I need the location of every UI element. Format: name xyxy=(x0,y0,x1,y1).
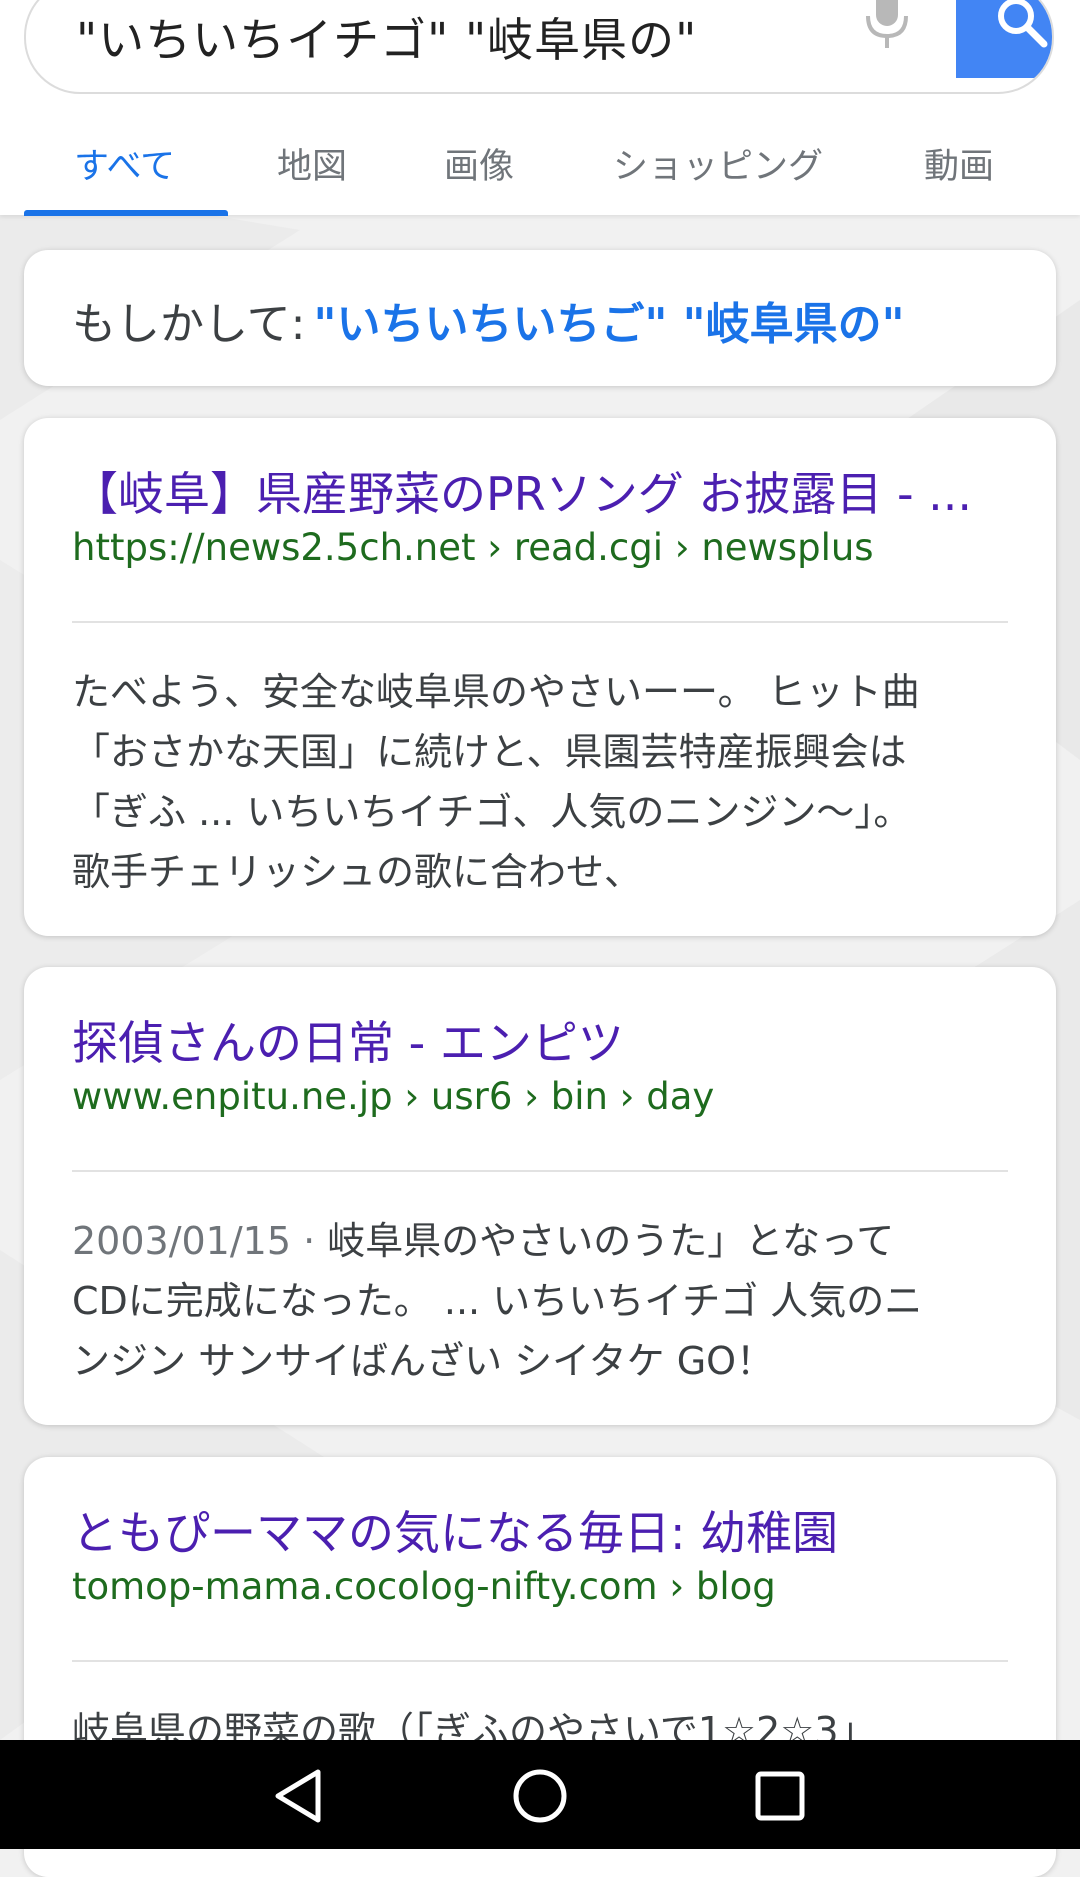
did-you-mean-link[interactable]: "いちいちいちご" "岐阜県の" xyxy=(314,299,905,350)
result-divider xyxy=(72,1660,1008,1662)
system-nav-bar xyxy=(0,1740,1080,1849)
snippet-line: CDに完成になった。 ... いちいちイチゴ 人気のニ xyxy=(72,1279,923,1323)
active-tab-indicator xyxy=(24,210,228,216)
search-header: "いちいちイチゴ" "岐阜県の" すべて 地図 画像 ショッピング 動画 xyxy=(0,0,1080,216)
search-input[interactable]: "いちいちイチゴ" "岐阜県の" xyxy=(76,4,697,70)
result-title[interactable]: 【岐阜】県産野菜のPRソング お披露目 - ... xyxy=(72,458,1012,524)
recents-icon[interactable] xyxy=(748,1764,812,1828)
tab-maps[interactable]: 地図 xyxy=(277,138,347,189)
search-result-1: 【岐阜】県産野菜のPRソング お披露目 - ... https://news2.… xyxy=(24,418,1056,936)
result-url[interactable]: www.enpitu.ne.jp › usr6 › bin › day xyxy=(72,1075,714,1118)
snippet-line: 「ぎふ ... いちいちイチゴ、人気のニンジン〜」。 xyxy=(72,790,912,834)
result-divider xyxy=(72,1170,1008,1172)
snippet-line: 「おさかな天国」に続けと、県園芸特産振興会は xyxy=(72,730,907,774)
search-icon xyxy=(998,0,1048,48)
did-you-mean: もしかして: "いちいちいちご" "岐阜県の" xyxy=(72,288,905,352)
result-title[interactable]: 探偵さんの日常 - エンピツ xyxy=(72,1007,1012,1073)
result-divider xyxy=(72,621,1008,623)
did-you-mean-card: もしかして: "いちいちいちご" "岐阜県の" xyxy=(24,250,1056,386)
snippet-line: たべよう、安全な岐阜県のやさいーー。 ヒット曲 xyxy=(72,670,920,714)
tab-images[interactable]: 画像 xyxy=(444,138,514,189)
result-snippet: 2003/01/15 · 岐阜県のやさいのうた」となって CDに完成になった。 … xyxy=(72,1211,1032,1391)
did-you-mean-label: もしかして: xyxy=(72,299,306,350)
result-url[interactable]: https://news2.5ch.net › read.cgi › newsp… xyxy=(72,526,874,569)
back-icon[interactable] xyxy=(268,1764,332,1828)
result-snippet: たべよう、安全な岐阜県のやさいーー。 ヒット曲 「おさかな天国」に続けと、県園芸… xyxy=(72,662,1032,902)
result-title[interactable]: ともぴーママの気になる毎日: 幼稚園 xyxy=(72,1497,1012,1563)
snippet-line: 2003/01/15 · 岐阜県のやさいのうた」となって xyxy=(72,1211,1032,1271)
snippet-line: ンジン サンサイばんざい シイタケ GO！ xyxy=(72,1339,775,1383)
search-box[interactable]: "いちいちイチゴ" "岐阜県の" xyxy=(24,0,1054,94)
tab-all[interactable]: すべて xyxy=(74,138,175,189)
snippet-text: 岐阜県のやさいのうた」となって xyxy=(327,1219,895,1263)
search-tabs: すべて 地図 画像 ショッピング 動画 xyxy=(0,110,1080,216)
search-button[interactable] xyxy=(956,0,1052,78)
tab-shopping[interactable]: ショッピング xyxy=(613,138,823,189)
home-icon[interactable] xyxy=(508,1764,572,1828)
microphone-icon[interactable] xyxy=(864,0,910,50)
result-date: 2003/01/15 · xyxy=(72,1219,328,1263)
tab-videos[interactable]: 動画 xyxy=(924,138,994,189)
result-url[interactable]: tomop-mama.cocolog-nifty.com › blog xyxy=(72,1565,776,1608)
snippet-line: 歌手チェリッシュの歌に合わせ、 xyxy=(72,850,643,894)
search-result-2: 探偵さんの日常 - エンピツ www.enpitu.ne.jp › usr6 ›… xyxy=(24,967,1056,1425)
